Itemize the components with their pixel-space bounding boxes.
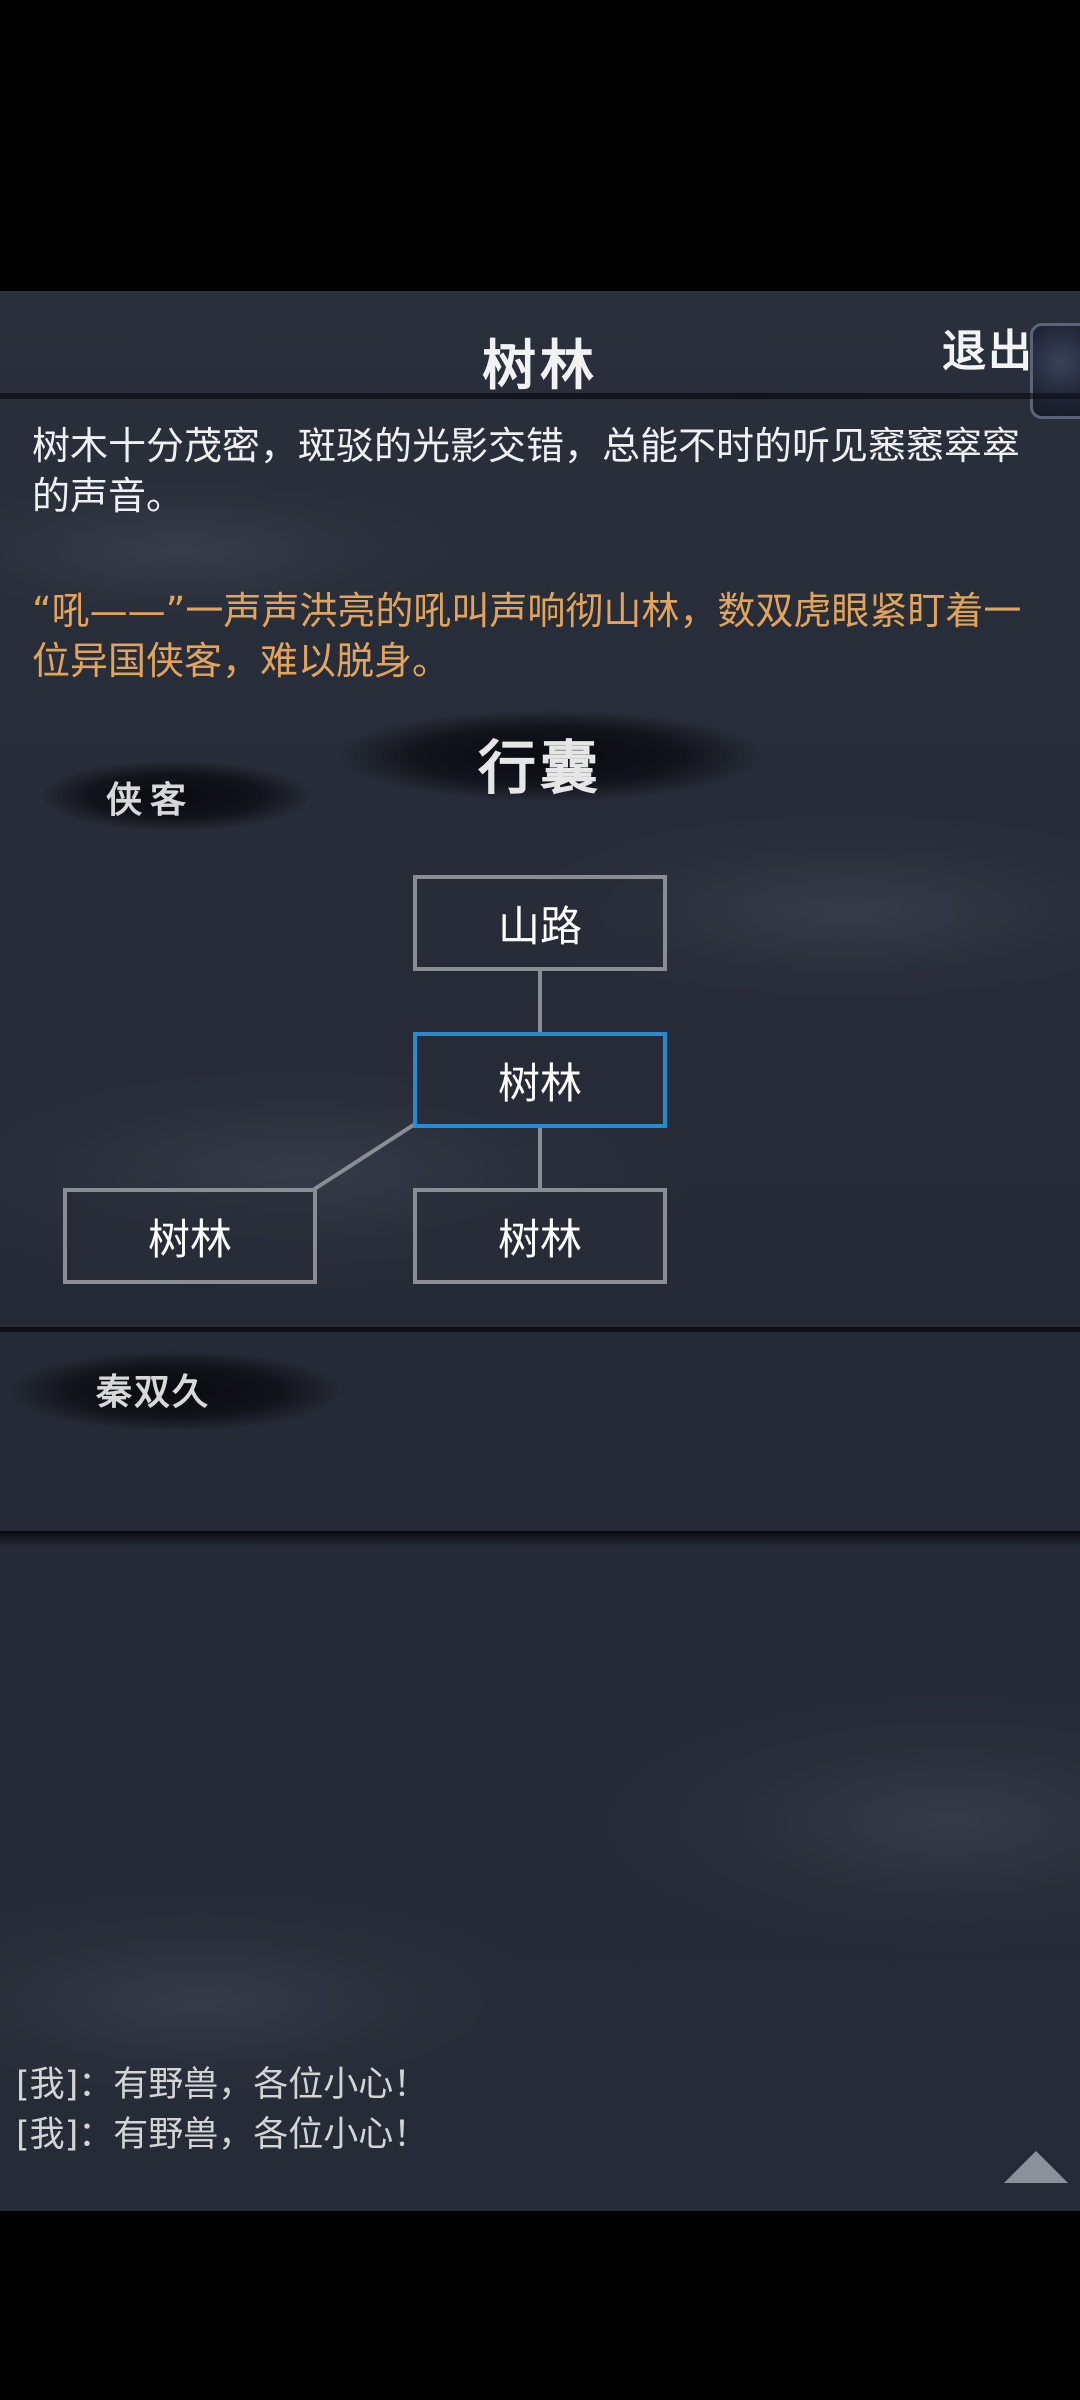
exit-button[interactable]: 退出 (942, 315, 1034, 379)
chat-message: [我]：有野兽，各位小心！ (16, 2115, 429, 2155)
game-area: 树林 退出 树木十分茂密，斑驳的光影交错，总能不时的听见窸窸窣窣的声音。 “吼—… (0, 291, 1080, 2211)
phone-screen: 树林 退出 树木十分茂密，斑驳的光影交错，总能不时的听见窸窸窣窣的声音。 “吼—… (0, 0, 1080, 2400)
header-divider (0, 393, 1080, 399)
location-description: 树木十分茂密，斑驳的光影交错，总能不时的听见窸窸窣窣的声音。 (32, 424, 1021, 518)
map-node-top[interactable]: 山路 (413, 875, 667, 971)
connection-line (311, 1122, 417, 1192)
map-node-bottom-middle[interactable]: 树林 (413, 1188, 667, 1284)
character-name[interactable]: 秦双久 (96, 1363, 210, 1415)
scroll-emblem-icon[interactable] (1030, 323, 1080, 419)
header-bar: 树林 退出 (0, 291, 1080, 419)
chat-message: [我]：有野兽，各位小心！ (16, 2065, 429, 2105)
triangle-up-icon[interactable] (1004, 2151, 1068, 2183)
panel-divider (0, 1531, 1080, 1545)
location-title: 树林 (482, 333, 598, 397)
event-description: “吼——”一声声洪亮的吼叫声响彻山林，数双虎眼紧盯着一位异国侠客，难以脱身。 (32, 589, 1022, 683)
map-node-bottom-left[interactable]: 树林 (63, 1188, 317, 1284)
map-node-current[interactable]: 树林 (413, 1032, 667, 1128)
mist-decoration (600, 1691, 1080, 1951)
tab-xiake[interactable]: 侠客 (106, 771, 194, 823)
panel-divider (0, 1327, 1080, 1332)
